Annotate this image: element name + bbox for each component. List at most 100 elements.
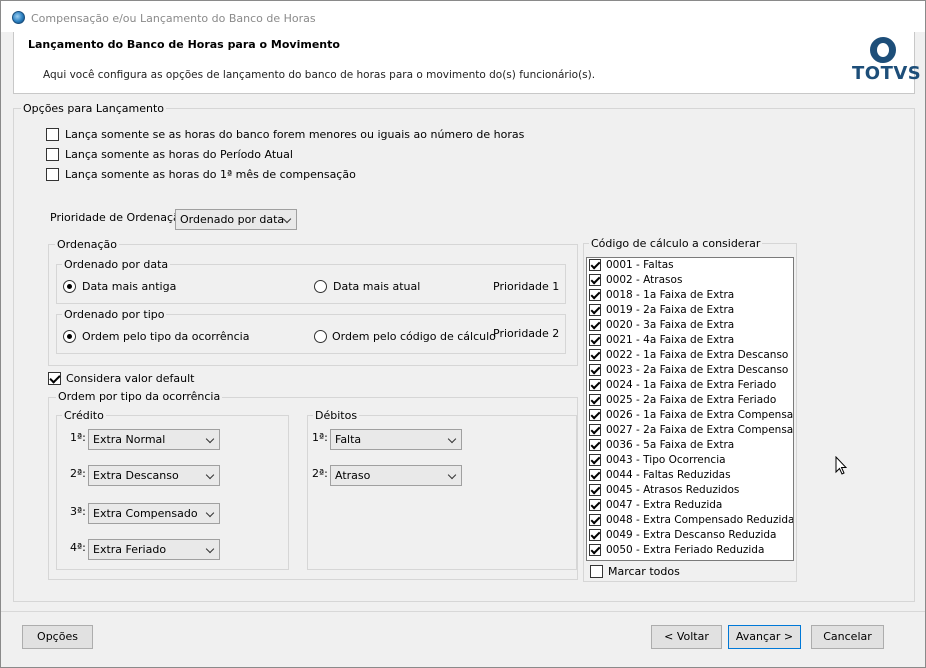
credit-order-4-value: Extra Feriado xyxy=(93,543,167,556)
chevron-down-icon xyxy=(205,434,215,444)
check-first-month-label: Lança somente as horas do 1ª mês de comp… xyxy=(65,168,356,181)
chevron-down-icon xyxy=(205,470,215,480)
code-list-item[interactable]: 0022 - 1a Faixa de Extra Descanso xyxy=(587,348,793,363)
code-label: 0044 - Faltas Reduzidas xyxy=(606,469,731,481)
code-checkbox[interactable] xyxy=(589,409,601,421)
code-list-item[interactable]: 0048 - Extra Compensado Reduzida xyxy=(587,513,793,528)
chevron-down-icon xyxy=(205,508,215,518)
chevron-down-icon xyxy=(205,544,215,554)
debit-group-label: Débitos xyxy=(313,409,360,422)
code-label: 0001 - Faltas xyxy=(606,259,674,271)
code-checkbox[interactable] xyxy=(589,289,601,301)
check-mark-all-label: Marcar todos xyxy=(608,565,680,578)
code-list-item[interactable]: 0025 - 2a Faixa de Extra Feriado xyxy=(587,393,793,408)
code-checkbox[interactable] xyxy=(589,349,601,361)
code-checkbox[interactable] xyxy=(589,334,601,346)
code-list-item[interactable]: 0049 - Extra Descanso Reduzida xyxy=(587,528,793,543)
code-label: 0021 - 4a Faixa de Extra xyxy=(606,334,735,346)
code-checkbox[interactable] xyxy=(589,484,601,496)
debit-order-1-select[interactable]: Falta xyxy=(330,429,462,450)
radio-newest-date[interactable] xyxy=(314,280,327,293)
credit-order-3-value: Extra Compensado xyxy=(93,507,198,520)
credit-order-1-value: Extra Normal xyxy=(93,433,166,446)
options-button[interactable]: Opções xyxy=(22,625,93,649)
radio-oldest-date[interactable] xyxy=(63,280,76,293)
code-checkbox[interactable] xyxy=(589,394,601,406)
code-checkbox[interactable] xyxy=(589,439,601,451)
code-checkbox[interactable] xyxy=(589,529,601,541)
code-checkbox[interactable] xyxy=(589,319,601,331)
code-list-item[interactable]: 0021 - 4a Faixa de Extra xyxy=(587,333,793,348)
codes-listbox[interactable]: 0001 - Faltas 0002 - Atrasos 0018 - 1a Fai… xyxy=(586,257,794,561)
cancel-button[interactable]: Cancelar xyxy=(811,625,884,649)
credit-order-3-select[interactable]: Extra Compensado xyxy=(88,503,220,524)
page-description: Aqui você configura as opções de lançame… xyxy=(43,69,596,81)
credit-order-3-label: 3ª: xyxy=(70,505,86,518)
code-list-item[interactable]: 0019 - 2a Faixa de Extra xyxy=(587,303,793,318)
check-default-value-label: Considera valor default xyxy=(66,372,195,385)
back-button[interactable]: < Voltar xyxy=(651,625,722,649)
check-mark-all[interactable] xyxy=(590,565,603,578)
code-list-item[interactable]: 0027 - 2a Faixa de Extra Compensado xyxy=(587,423,793,438)
code-list-item[interactable]: 0045 - Atrasos Reduzidos xyxy=(587,483,793,498)
code-checkbox[interactable] xyxy=(589,274,601,286)
priority-label: Prioridade de Ordenação: xyxy=(50,211,191,224)
check-hours-less-equal[interactable] xyxy=(46,128,59,141)
code-checkbox[interactable] xyxy=(589,544,601,556)
code-checkbox[interactable] xyxy=(589,259,601,271)
debit-order-2-select[interactable]: Atraso xyxy=(330,465,462,486)
code-list-item[interactable]: 0024 - 1a Faixa de Extra Feriado xyxy=(587,378,793,393)
code-label: 0048 - Extra Compensado Reduzida xyxy=(606,514,794,526)
code-list-item[interactable]: 0001 - Faltas xyxy=(587,258,793,273)
radio-order-by-type-label: Ordem pelo tipo da ocorrência xyxy=(82,330,250,343)
code-list-item[interactable]: 0044 - Faltas Reduzidas xyxy=(587,468,793,483)
radio-order-by-type[interactable] xyxy=(63,330,76,343)
title-bar: Compensação e/ou Lançamento do Banco de … xyxy=(1,1,925,32)
radio-newest-date-label: Data mais atual xyxy=(333,280,421,293)
next-button[interactable]: Avançar > xyxy=(728,625,801,649)
code-label: 0036 - 5a Faixa de Extra xyxy=(606,439,735,451)
code-list-item[interactable]: 0002 - Atrasos xyxy=(587,273,793,288)
radio-oldest-date-label: Data mais antiga xyxy=(82,280,177,293)
code-checkbox[interactable] xyxy=(589,514,601,526)
code-label: 0020 - 3a Faixa de Extra xyxy=(606,319,735,331)
app-icon xyxy=(12,11,25,24)
code-label: 0050 - Extra Feriado Reduzida xyxy=(606,544,765,556)
code-checkbox[interactable] xyxy=(589,364,601,376)
code-checkbox[interactable] xyxy=(589,379,601,391)
code-list-item[interactable]: 0018 - 1a Faixa de Extra xyxy=(587,288,793,303)
radio-order-by-code[interactable] xyxy=(314,330,327,343)
code-list-item[interactable]: 0050 - Extra Feriado Reduzida xyxy=(587,543,793,558)
check-hours-less-equal-label: Lança somente se as horas do banco forem… xyxy=(65,128,525,141)
credit-order-1-select[interactable]: Extra Normal xyxy=(88,429,220,450)
check-current-period[interactable] xyxy=(46,148,59,161)
type-order-group-label: Ordem por tipo da ocorrência xyxy=(56,390,223,403)
credit-order-4-select[interactable]: Extra Feriado xyxy=(88,539,220,560)
credit-order-2-label: 2ª: xyxy=(70,467,86,480)
code-label: 0027 - 2a Faixa de Extra Compensado xyxy=(606,424,794,436)
debit-order-1-value: Falta xyxy=(335,433,362,446)
code-list-item[interactable]: 0023 - 2a Faixa de Extra Descanso xyxy=(587,363,793,378)
code-checkbox[interactable] xyxy=(589,469,601,481)
code-label: 0025 - 2a Faixa de Extra Feriado xyxy=(606,394,777,406)
check-first-month[interactable] xyxy=(46,168,59,181)
debit-order-2-value: Atraso xyxy=(335,469,371,482)
credit-order-2-select[interactable]: Extra Descanso xyxy=(88,465,220,486)
code-checkbox[interactable] xyxy=(589,454,601,466)
priority-select[interactable]: Ordenado por data xyxy=(175,209,297,230)
code-list-item[interactable]: 0026 - 1a Faixa de Extra Compensado xyxy=(587,408,793,423)
code-checkbox[interactable] xyxy=(589,424,601,436)
code-list-item[interactable]: 0047 - Extra Reduzida xyxy=(587,498,793,513)
code-list-item[interactable]: 0043 - Tipo Ocorrencia xyxy=(587,453,793,468)
code-checkbox[interactable] xyxy=(589,499,601,511)
code-checkbox[interactable] xyxy=(589,304,601,316)
wizard-header: Lançamento do Banco de Horas para o Movi… xyxy=(13,32,921,94)
code-label: 0022 - 1a Faixa de Extra Descanso xyxy=(606,349,789,361)
code-label: 0018 - 1a Faixa de Extra xyxy=(606,289,735,301)
code-label: 0043 - Tipo Ocorrencia xyxy=(606,454,726,466)
code-list-item[interactable]: 0020 - 3a Faixa de Extra xyxy=(587,318,793,333)
code-list-item[interactable]: 0036 - 5a Faixa de Extra xyxy=(587,438,793,453)
check-default-value[interactable] xyxy=(48,372,61,385)
totvs-logo-text: TOTVS xyxy=(852,63,922,84)
by-date-label: Ordenado por data xyxy=(62,258,171,271)
